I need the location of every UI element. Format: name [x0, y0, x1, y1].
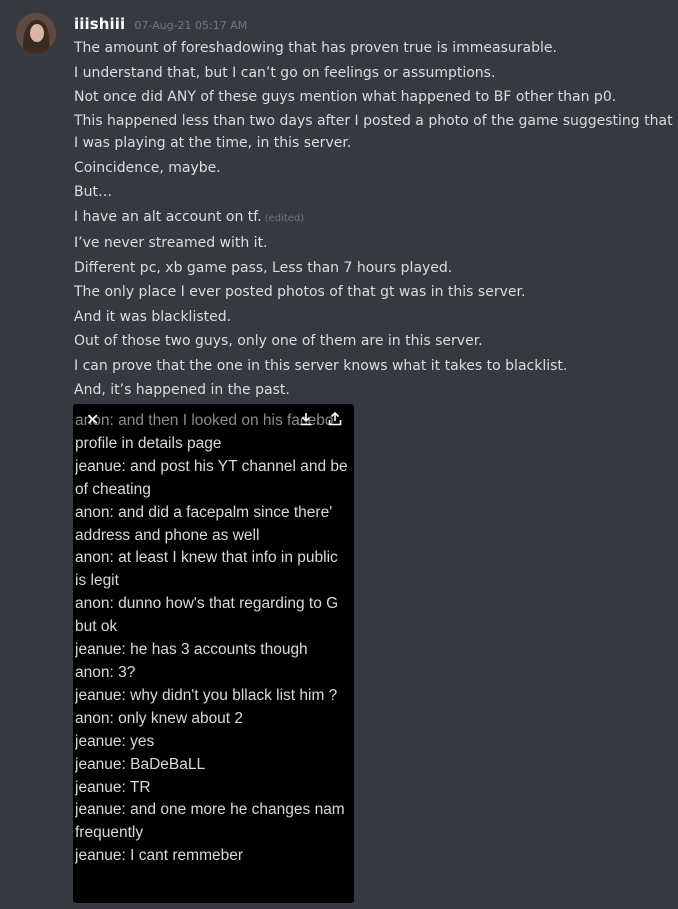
screenshot-chat-line: profile in details page: [75, 434, 222, 452]
screenshot-chat-line: jeanue: and one more he changes nam: [75, 801, 345, 819]
screenshot-chat-line: anon: 3?: [75, 663, 136, 681]
message-line: Not once did ANY of these guys mention w…: [74, 89, 617, 105]
message-line: And, it’s happened in the past.: [74, 382, 290, 398]
message-header: iiishiii 07-Aug-21 05:17 AM: [74, 14, 247, 34]
message-line: This happened less than two days after I…: [74, 112, 673, 151]
timestamp[interactable]: 07-Aug-21 05:17 AM: [134, 19, 247, 32]
screenshot-chat-line: jeanue: he has 3 accounts though: [75, 641, 308, 659]
close-icon[interactable]: ✕: [86, 410, 99, 429]
screenshot-chat-line: frequently: [75, 824, 144, 842]
screenshot-chat-line: address and phone as well: [75, 526, 260, 544]
avatar-image: [16, 13, 56, 53]
chat-message: iiishiii 07-Aug-21 05:17 AM The amount o…: [0, 0, 678, 909]
message-line: Coincidence, maybe.: [74, 159, 221, 176]
image-attachment[interactable]: anon: and then I looked on his facebo pr…: [73, 404, 354, 903]
message-line: And it was blacklisted.: [74, 308, 232, 325]
avatar[interactable]: [16, 13, 56, 53]
screenshot-chat-line: of cheating: [75, 480, 151, 498]
message-line-edited: I have an alt account on tf. (edited): [74, 205, 678, 232]
screenshot-chat-line: anon: only knew about 2: [75, 709, 244, 727]
screenshot-chat-line: jeanue: and post his YT channel and be: [75, 457, 348, 475]
screenshot-chat-line: is legit: [75, 572, 119, 590]
message-line: The only place I ever posted photos of t…: [74, 284, 526, 300]
message-content: The amount of foreshadowing that has pro…: [74, 36, 678, 403]
message-line-text: I have an alt account on tf.: [74, 208, 262, 225]
screenshot-chat-line: jeanue: yes: [75, 732, 155, 750]
screenshot-chat-line: anon: dunno how's that regarding to G: [75, 595, 339, 613]
screenshot-chat-line: but ok: [75, 618, 118, 636]
username[interactable]: iiishiii: [74, 15, 125, 33]
screenshot-chat-line: jeanue: I cant remmeber: [75, 847, 244, 865]
message-line: Different pc, xb game pass, Less than 7 …: [74, 259, 453, 276]
message-line: But…: [74, 184, 112, 200]
share-icon[interactable]: [328, 412, 342, 426]
message-line: I can prove that the one in this server …: [74, 357, 568, 374]
screenshot-chat-line: jeanue: BaDeBaLL: [75, 755, 206, 773]
screenshot-chat-line: anon: at least I knew that info in publi…: [75, 549, 338, 567]
screenshot-chat-line: anon: and did a facepalm since there': [75, 503, 333, 521]
message-line: I understand that, but I can’t go on fee…: [74, 64, 496, 81]
message-line: The amount of foreshadowing that has pro…: [74, 40, 557, 56]
screenshot-chat-line: jeanue: why didn't you bllack list him ?: [75, 686, 338, 704]
message-line: I’ve never streamed with it.: [74, 235, 268, 251]
download-icon[interactable]: [299, 412, 313, 426]
screenshot-chat-line: jeanue: TR: [75, 778, 151, 796]
edited-label: (edited): [264, 212, 305, 224]
screenshot-chat-log: anon: and then I looked on his facebo pr…: [75, 410, 354, 868]
message-line: Out of those two guys, only one of them …: [74, 333, 483, 349]
